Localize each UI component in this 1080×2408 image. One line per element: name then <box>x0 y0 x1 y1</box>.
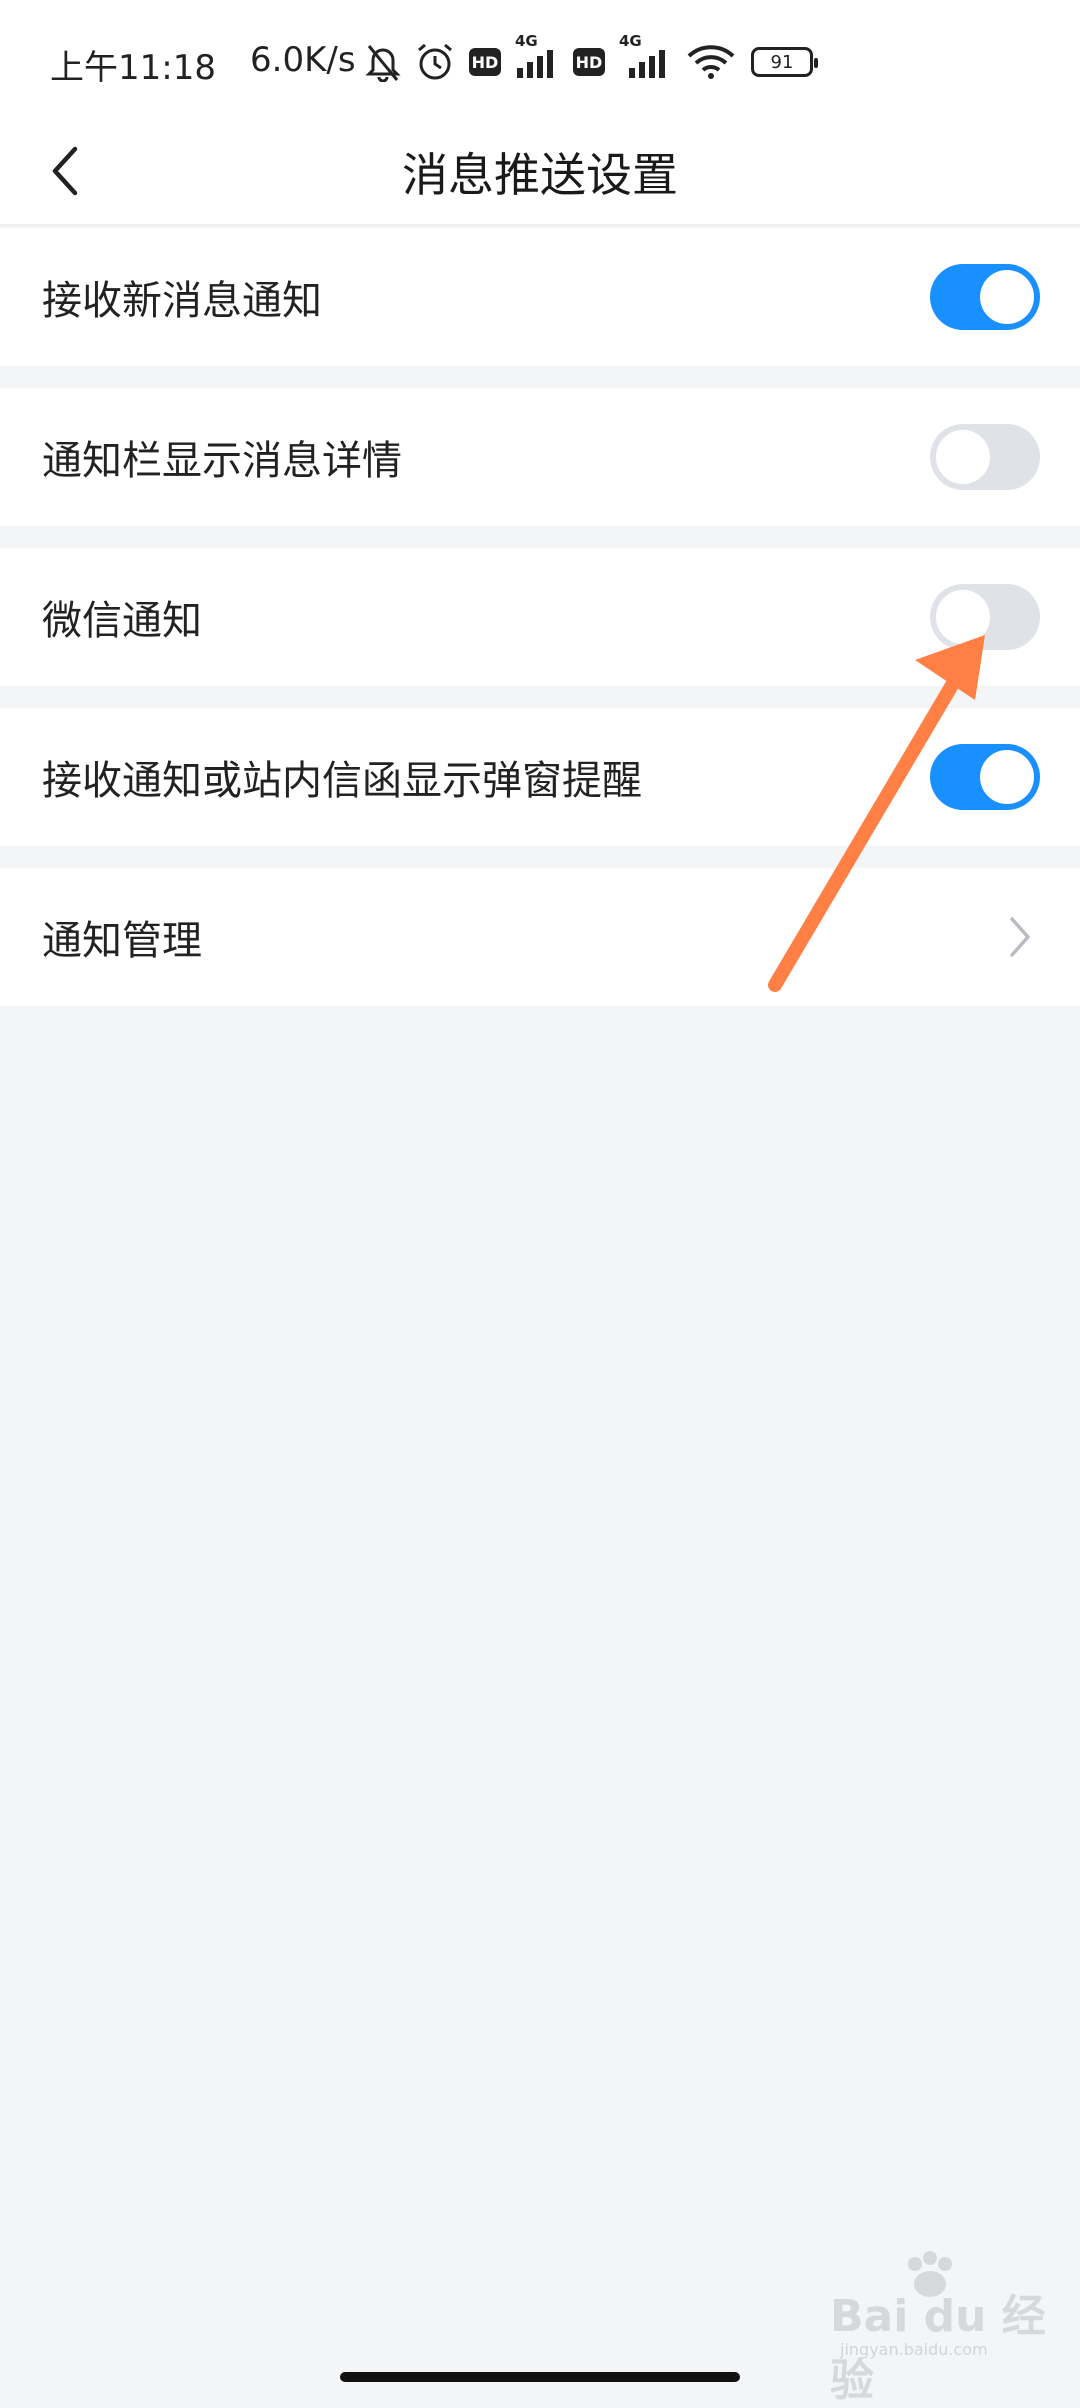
nav-bar: 消息推送设置 <box>0 120 1080 226</box>
setting-row-new-message: 接收新消息通知 <box>0 228 1080 366</box>
page-title: 消息推送设置 <box>402 148 678 202</box>
wifi-icon <box>685 44 737 80</box>
setting-label: 通知栏显示消息详情 <box>42 438 402 484</box>
network-type: 4G <box>619 32 642 50</box>
setting-label: 接收通知或站内信函显示弹窗提醒 <box>42 758 642 804</box>
status-icons: HD 4G HD 4G 91 <box>365 32 818 86</box>
toggle-knob <box>980 270 1034 324</box>
mute-bell-icon <box>365 42 401 82</box>
baidu-watermark: Bai du 经验 jingyan.baidu.com <box>820 2250 1050 2406</box>
signal-icon: 4G <box>619 32 671 78</box>
setting-row-popup: 接收通知或站内信函显示弹窗提醒 <box>0 708 1080 846</box>
alarm-icon <box>415 42 455 82</box>
watermark-url: jingyan.baidu.com <box>840 2340 988 2359</box>
battery-icon: 91 <box>751 47 818 77</box>
toggle-knob <box>980 750 1034 804</box>
setting-label: 微信通知 <box>42 598 202 644</box>
toggle-knob <box>936 430 990 484</box>
notification-details-toggle[interactable] <box>930 424 1040 490</box>
setting-row-wechat: 微信通知 <box>0 548 1080 686</box>
home-indicator[interactable] <box>340 2372 740 2382</box>
network-speed: 6.0K/s <box>250 40 356 80</box>
new-message-toggle[interactable] <box>930 264 1040 330</box>
status-bar: 上午11:18 6.0K/s HD 4G HD 4G 91 <box>0 0 1080 120</box>
toggle-knob <box>936 590 990 644</box>
setting-row-notification-details: 通知栏显示消息详情 <box>0 388 1080 526</box>
setting-label: 接收新消息通知 <box>42 278 322 324</box>
setting-row-notification-management[interactable]: 通知管理 <box>0 868 1080 1006</box>
network-type: 4G <box>515 32 538 50</box>
hd-icon: HD <box>573 48 605 76</box>
setting-label: 通知管理 <box>42 918 202 964</box>
signal-icon: 4G <box>515 32 559 78</box>
popup-reminder-toggle[interactable] <box>930 744 1040 810</box>
status-time: 上午11:18 <box>50 48 216 88</box>
chevron-right-icon <box>1000 907 1040 967</box>
wechat-notification-toggle[interactable] <box>930 584 1040 650</box>
hd-icon: HD <box>469 48 501 76</box>
